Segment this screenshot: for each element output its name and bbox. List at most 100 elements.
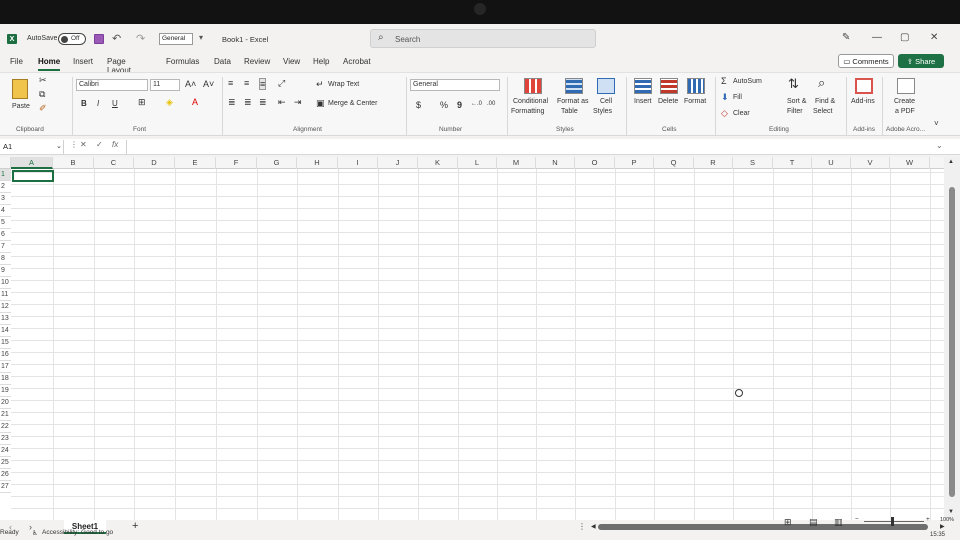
cell-styles-label-1[interactable]: Cell: [600, 98, 612, 105]
merge-center-button[interactable]: Merge & Center: [328, 100, 377, 107]
conditional-formatting-icon[interactable]: [524, 78, 542, 94]
select-all-corner[interactable]: [0, 157, 11, 169]
column-header[interactable]: O: [575, 157, 615, 169]
vertical-scrollbar[interactable]: ▲ ▼: [944, 157, 960, 520]
row-header[interactable]: 10: [0, 277, 11, 289]
add-ins-icon[interactable]: [855, 78, 873, 94]
find-select-label-2[interactable]: Select: [813, 108, 832, 115]
customize-qat-icon[interactable]: ▾: [199, 33, 203, 42]
row-header[interactable]: 4: [0, 205, 11, 217]
sort-filter-label-2[interactable]: Filter: [787, 108, 803, 115]
format-as-table-label-2[interactable]: Table: [561, 108, 578, 115]
scroll-left-icon[interactable]: ◀: [591, 523, 596, 530]
tab-file[interactable]: File: [10, 57, 23, 66]
row-header[interactable]: 11: [0, 289, 11, 301]
copy-icon[interactable]: ⧉: [39, 89, 45, 100]
horizontal-scroll-thumb[interactable]: [598, 524, 928, 530]
row-header[interactable]: 8: [0, 253, 11, 265]
create-pdf-icon[interactable]: [897, 78, 915, 94]
column-header[interactable]: C: [94, 157, 134, 169]
tab-formulas[interactable]: Formulas: [166, 57, 199, 66]
row-header[interactable]: 9: [0, 265, 11, 277]
vertical-scroll-thumb[interactable]: [949, 187, 955, 497]
copilot-icon[interactable]: ✎: [842, 32, 850, 43]
grow-font-icon[interactable]: A˄: [185, 79, 196, 89]
row-header[interactable]: 12: [0, 301, 11, 313]
column-header[interactable]: N: [536, 157, 575, 169]
font-size-dropdown[interactable]: 11: [150, 79, 180, 91]
conditional-formatting-label-2[interactable]: Formatting: [511, 108, 544, 115]
row-header[interactable]: 26: [0, 469, 11, 481]
align-right-icon[interactable]: ≣: [259, 97, 267, 108]
cell-area[interactable]: [11, 169, 944, 520]
active-cell-a1[interactable]: [12, 170, 54, 182]
undo-icon[interactable]: ↶: [112, 32, 121, 45]
collapse-ribbon-icon[interactable]: ˅: [934, 119, 939, 128]
tab-home[interactable]: Home: [38, 57, 61, 71]
bold-button[interactable]: B: [81, 99, 87, 108]
row-header[interactable]: 20: [0, 397, 11, 409]
tab-insert[interactable]: Insert: [73, 57, 93, 66]
scroll-up-icon[interactable]: ▲: [948, 159, 954, 165]
increase-indent-icon[interactable]: ⇥: [294, 97, 302, 108]
format-as-table-label-1[interactable]: Format as: [557, 98, 589, 105]
comma-button[interactable]: 9: [457, 100, 462, 110]
redo-icon[interactable]: ↷: [136, 32, 145, 45]
row-header[interactable]: 21: [0, 409, 11, 421]
column-header[interactable]: F: [216, 157, 257, 169]
sort-filter-icon[interactable]: ⇅: [788, 76, 799, 92]
autosum-button[interactable]: AutoSum: [733, 78, 762, 85]
row-header[interactable]: 14: [0, 325, 11, 337]
page-layout-view-icon[interactable]: ▤: [809, 517, 818, 528]
insert-function-icon[interactable]: fx: [112, 140, 118, 149]
save-icon[interactable]: [94, 34, 104, 44]
insert-cells-icon[interactable]: [634, 78, 652, 94]
row-header[interactable]: 1: [0, 169, 11, 181]
zoom-slider-track[interactable]: [864, 521, 924, 522]
normal-view-icon[interactable]: ⊞: [784, 517, 792, 528]
row-header[interactable]: 22: [0, 421, 11, 433]
row-header[interactable]: 23: [0, 433, 11, 445]
column-header[interactable]: H: [297, 157, 338, 169]
cell-styles-icon[interactable]: [597, 78, 615, 94]
align-center-icon[interactable]: ≣: [244, 97, 252, 108]
column-header[interactable]: E: [175, 157, 216, 169]
find-select-icon[interactable]: ⌕: [818, 75, 825, 91]
shrink-font-icon[interactable]: A˅: [203, 79, 214, 89]
column-header[interactable]: Q: [654, 157, 694, 169]
paste-icon[interactable]: [12, 79, 28, 99]
font-family-dropdown[interactable]: Calibri: [76, 79, 148, 91]
sort-filter-label-1[interactable]: Sort &: [787, 98, 806, 105]
column-header[interactable]: P: [615, 157, 654, 169]
tab-help[interactable]: Help: [313, 57, 329, 66]
row-header[interactable]: 17: [0, 361, 11, 373]
percent-button[interactable]: %: [440, 100, 448, 110]
format-cells-icon[interactable]: [687, 78, 705, 94]
column-header[interactable]: D: [134, 157, 175, 169]
row-header[interactable]: 3: [0, 193, 11, 205]
column-header[interactable]: V: [851, 157, 890, 169]
number-format-dropdown[interactable]: General: [410, 79, 500, 91]
expand-formula-icon[interactable]: ⌄: [936, 141, 943, 150]
format-cells-label[interactable]: Format: [684, 98, 706, 105]
delete-cells-icon[interactable]: [660, 78, 678, 94]
qat-style-dropdown[interactable]: General: [159, 33, 193, 45]
column-header[interactable]: W: [890, 157, 930, 169]
column-header[interactable]: L: [458, 157, 497, 169]
name-box[interactable]: A1: [0, 140, 64, 154]
row-header[interactable]: 16: [0, 349, 11, 361]
close-button[interactable]: ✕: [930, 32, 938, 43]
font-color-icon[interactable]: A: [192, 97, 198, 107]
create-pdf-label-1[interactable]: Create: [894, 98, 915, 105]
clear-button[interactable]: Clear: [733, 110, 750, 117]
column-header[interactable]: A: [11, 157, 53, 169]
accessibility-status[interactable]: Accessibility: Good to go: [42, 529, 113, 536]
decrease-indent-icon[interactable]: ⇤: [278, 97, 286, 108]
column-header[interactable]: G: [257, 157, 297, 169]
autosave-toggle[interactable]: Off: [58, 33, 86, 45]
align-top-icon[interactable]: ≡: [228, 78, 233, 88]
row-header[interactable]: 24: [0, 445, 11, 457]
delete-cells-label[interactable]: Delete: [658, 98, 678, 105]
column-header[interactable]: T: [773, 157, 812, 169]
decrease-decimal-button[interactable]: .00: [487, 101, 495, 107]
